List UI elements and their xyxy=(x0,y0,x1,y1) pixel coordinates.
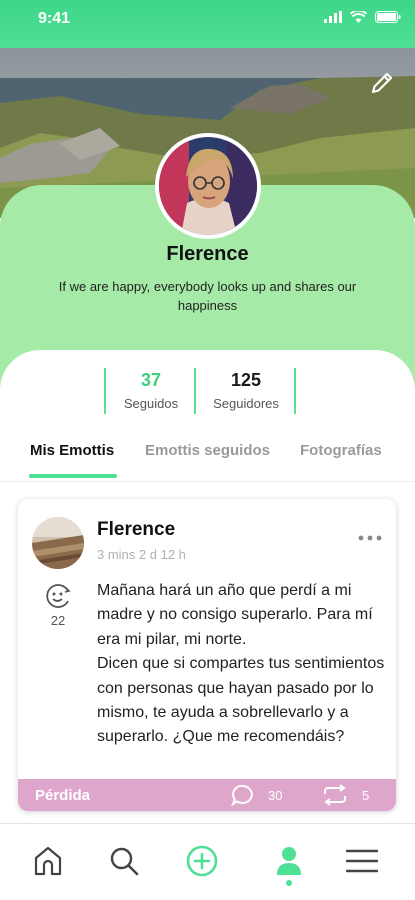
post-footer: Pérdida 30 5 xyxy=(18,779,396,811)
repost-count: 5 xyxy=(362,788,370,803)
active-tab-indicator xyxy=(29,474,117,478)
post-body: Mañana hará un año que perdí a mi madre … xyxy=(97,582,385,746)
stat-followers-value: 125 xyxy=(230,370,262,390)
status-time: 9:41 xyxy=(38,10,71,27)
bottom-navigation xyxy=(0,823,415,900)
pencil-icon xyxy=(371,72,393,94)
stat-followers[interactable]: 125 Seguidores xyxy=(202,370,290,411)
status-bar: 9:41 xyxy=(0,0,415,48)
profile-bio: If we are happy, everybody looks up and … xyxy=(58,279,357,313)
search-icon xyxy=(110,847,139,876)
stats-row: 37 Seguidos 125 Seguidores xyxy=(104,368,296,414)
nav-home[interactable] xyxy=(31,844,65,878)
profile-name: Flerence xyxy=(166,243,249,265)
comment-count: 30 xyxy=(268,788,283,803)
nav-menu[interactable] xyxy=(345,844,379,878)
post-card[interactable]: Flerence 3 mins 2 d 12 h 22 Mañana hará … xyxy=(18,499,396,811)
tab-mis-emottis[interactable]: Mis Emottis xyxy=(30,442,114,459)
post-author[interactable]: Flerence xyxy=(97,519,175,541)
stat-following-label: Seguidos xyxy=(123,396,179,411)
stat-following-value: 37 xyxy=(140,370,162,390)
emoji-count: 22 xyxy=(50,613,66,628)
comment-icon[interactable] xyxy=(230,784,255,811)
repost-icon[interactable] xyxy=(322,784,348,811)
stat-following[interactable]: 37 Seguidos xyxy=(118,370,184,411)
home-icon xyxy=(34,846,62,876)
more-options-button[interactable] xyxy=(358,529,382,544)
battery-icon xyxy=(375,11,401,23)
stat-divider xyxy=(194,368,196,414)
edit-profile-button[interactable] xyxy=(365,66,399,100)
menu-icon xyxy=(346,849,378,873)
nav-profile[interactable] xyxy=(272,844,306,888)
tab-fotografias[interactable]: Fotografías xyxy=(300,442,382,459)
stat-divider xyxy=(104,368,106,414)
post-time: 3 mins 2 d 12 h xyxy=(97,547,186,562)
wifi-icon xyxy=(350,11,367,23)
post-category-tag[interactable]: Pérdida xyxy=(35,787,90,804)
more-horizontal-icon xyxy=(358,535,382,541)
status-icons xyxy=(324,11,401,23)
profile-avatar[interactable] xyxy=(155,133,261,239)
tabs-divider xyxy=(0,481,415,482)
stat-divider xyxy=(294,368,296,414)
stat-followers-label: Seguidores xyxy=(213,396,279,411)
smiley-icon xyxy=(46,584,71,608)
post-author-avatar[interactable] xyxy=(32,517,84,569)
add-circle-icon xyxy=(186,845,218,877)
nav-search[interactable] xyxy=(107,844,141,878)
emoji-reaction-button[interactable] xyxy=(44,582,72,610)
profile-icon xyxy=(277,847,301,886)
nav-create-post[interactable] xyxy=(185,844,219,878)
tab-emottis-seguidos[interactable]: Emottis seguidos xyxy=(145,442,270,459)
signal-icon xyxy=(324,11,342,23)
